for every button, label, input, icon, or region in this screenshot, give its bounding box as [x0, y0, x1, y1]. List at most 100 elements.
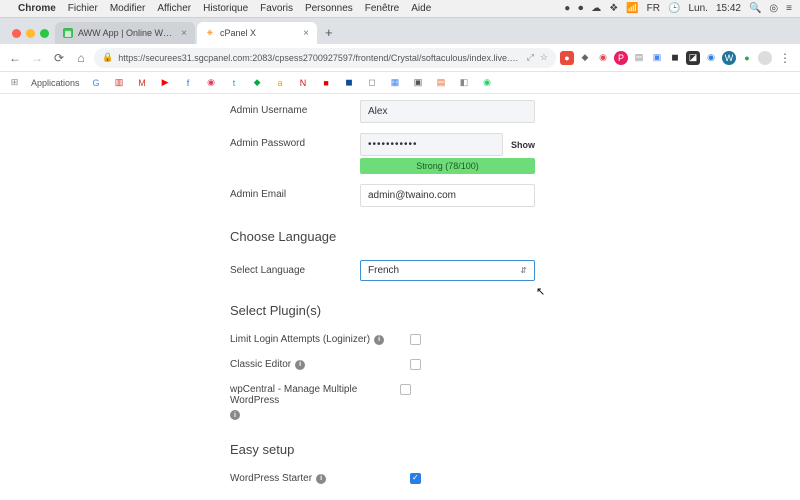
- menu-fenetre[interactable]: Fenêtre: [365, 3, 399, 14]
- left-gutter: [0, 94, 230, 500]
- extension-icon[interactable]: ◉: [596, 51, 610, 65]
- window-close-button[interactable]: [12, 29, 21, 38]
- keyboard-lang[interactable]: FR: [647, 3, 660, 14]
- window-minimize-button[interactable]: [26, 29, 35, 38]
- password-show-toggle[interactable]: Show: [511, 140, 535, 150]
- bookmark-icon[interactable]: ◻: [366, 76, 379, 89]
- tab-favicon-icon: ▦: [63, 28, 73, 38]
- tab-title: cPanel X: [220, 28, 298, 38]
- bookmark-icon[interactable]: G: [90, 76, 103, 89]
- extension-icon[interactable]: ◆: [578, 51, 592, 65]
- field-admin-username: Admin Username Alex: [230, 100, 760, 123]
- extension-icon[interactable]: ◉: [704, 51, 718, 65]
- menubar-app-name[interactable]: Chrome: [18, 3, 56, 14]
- section-select-plugins: Select Plugin(s): [230, 303, 760, 318]
- extension-icon[interactable]: ▣: [650, 51, 664, 65]
- field-admin-email: Admin Email admin@twaino.com: [230, 184, 760, 207]
- reload-button[interactable]: ⟳: [50, 49, 68, 67]
- bookmark-icon[interactable]: ▶: [159, 76, 172, 89]
- extension-icon[interactable]: ●: [560, 51, 574, 65]
- back-button[interactable]: ←: [6, 49, 24, 67]
- tab-close-icon[interactable]: ×: [181, 28, 187, 39]
- info-icon[interactable]: i: [374, 335, 384, 345]
- window-maximize-button[interactable]: [40, 29, 49, 38]
- plugin-loginizer-checkbox[interactable]: [410, 334, 421, 345]
- menu-personnes[interactable]: Personnes: [305, 3, 353, 14]
- extension-icon[interactable]: ●: [740, 51, 754, 65]
- admin-password-label: Admin Password: [230, 133, 360, 149]
- bookmark-icon[interactable]: M: [136, 76, 149, 89]
- tab-close-icon[interactable]: ×: [303, 28, 309, 39]
- bookmark-icon[interactable]: t: [228, 76, 241, 89]
- bookmark-icon[interactable]: ▥: [113, 76, 126, 89]
- plugin-classic-editor-checkbox[interactable]: [410, 359, 421, 370]
- bookmark-icon[interactable]: ◉: [481, 76, 494, 89]
- bookmark-icon[interactable]: f: [182, 76, 195, 89]
- menu-modifier[interactable]: Modifier: [110, 3, 146, 14]
- section-easy-setup: Easy setup: [230, 442, 760, 457]
- address-bar[interactable]: 🔒 https://securees31.sgcpanel.com:2083/c…: [94, 48, 556, 68]
- bookmark-icon[interactable]: ◉: [205, 76, 218, 89]
- cloud-icon[interactable]: ☁︎: [591, 3, 601, 14]
- bookmark-icon[interactable]: ◧: [458, 76, 471, 89]
- chrome-menu-button[interactable]: ⋮: [776, 49, 794, 67]
- new-tab-button[interactable]: +: [325, 25, 333, 40]
- siri-icon[interactable]: ◎: [769, 3, 778, 14]
- plugin-label: wpCentral - Manage Multiple WordPress: [230, 384, 400, 406]
- bookmark-icon[interactable]: a: [274, 76, 287, 89]
- extension-icon[interactable]: ▤: [632, 51, 646, 65]
- admin-password-input[interactable]: •••••••••••: [360, 133, 503, 156]
- assist-icon[interactable]: ❖: [609, 3, 618, 14]
- apps-icon[interactable]: ⊞: [8, 76, 21, 89]
- bookmark-icon[interactable]: ▣: [412, 76, 425, 89]
- admin-username-input[interactable]: Alex: [360, 100, 535, 123]
- bookmark-star-icon[interactable]: ☆: [540, 52, 548, 63]
- info-icon[interactable]: i: [230, 410, 240, 420]
- bookmark-icon[interactable]: N: [297, 76, 310, 89]
- menu-historique[interactable]: Historique: [203, 3, 248, 14]
- lock-icon: 🔒: [102, 52, 113, 63]
- bookmark-icon[interactable]: ▦: [389, 76, 402, 89]
- wp-starter-checkbox[interactable]: [410, 473, 421, 484]
- tab-cpanel[interactable]: ⎈ cPanel X ×: [197, 22, 317, 44]
- password-strength-bar: Strong (78/100): [360, 158, 535, 174]
- plugin-wpcentral: wpCentral - Manage Multiple WordPress i: [230, 384, 760, 420]
- menu-favoris[interactable]: Favoris: [260, 3, 293, 14]
- tab-title: AWW App | Online Whiteboar: [78, 28, 176, 38]
- plugin-wpcentral-checkbox[interactable]: [400, 384, 411, 395]
- extension-icon[interactable]: ◼: [668, 51, 682, 65]
- bookmark-icon[interactable]: ◆: [251, 76, 264, 89]
- tab-favicon-icon: ⎈: [205, 28, 215, 38]
- extension-icon[interactable]: ◪: [686, 51, 700, 65]
- menu-icon[interactable]: ≡: [786, 3, 792, 14]
- forward-button[interactable]: →: [28, 49, 46, 67]
- chevron-updown-icon: ⇵: [520, 266, 527, 275]
- spotlight-icon[interactable]: 🔍: [749, 3, 761, 14]
- tab-aww-app[interactable]: ▦ AWW App | Online Whiteboar ×: [55, 22, 195, 44]
- info-icon[interactable]: i: [316, 474, 326, 484]
- wifi-icon[interactable]: 📶: [626, 3, 638, 14]
- easy-setup-wp-starter: WordPress Starter i: [230, 473, 760, 484]
- menu-afficher[interactable]: Afficher: [157, 3, 191, 14]
- menu-fichier[interactable]: Fichier: [68, 3, 98, 14]
- bookmark-icon[interactable]: ■: [320, 76, 333, 89]
- status-dot-icon: ●: [564, 3, 570, 14]
- omnibox-action-icon[interactable]: ⤢: [527, 52, 534, 63]
- page-content: Admin Username Alex Admin Password •••••…: [0, 94, 800, 500]
- screencast-icon[interactable]: ⏺: [578, 3, 583, 14]
- extension-icon[interactable]: P: [614, 51, 628, 65]
- bookmark-icon[interactable]: ▤: [435, 76, 448, 89]
- bookmark-icon[interactable]: ◼: [343, 76, 356, 89]
- info-icon[interactable]: i: [295, 360, 305, 370]
- language-select[interactable]: French ⇵: [360, 260, 535, 281]
- field-select-language: Select Language French ⇵: [230, 260, 760, 281]
- extension-icon[interactable]: W: [722, 51, 736, 65]
- admin-email-input[interactable]: admin@twaino.com: [360, 184, 535, 207]
- url-text: https://securees31.sgcpanel.com:2083/cps…: [118, 53, 523, 63]
- plugin-loginizer: Limit Login Attempts (Loginizer) i: [230, 334, 760, 345]
- menu-aide[interactable]: Aide: [411, 3, 431, 14]
- select-language-label: Select Language: [230, 260, 360, 276]
- home-button[interactable]: ⌂: [72, 49, 90, 67]
- bookmarks-apps-label[interactable]: Applications: [31, 78, 80, 88]
- profile-avatar[interactable]: [758, 51, 772, 65]
